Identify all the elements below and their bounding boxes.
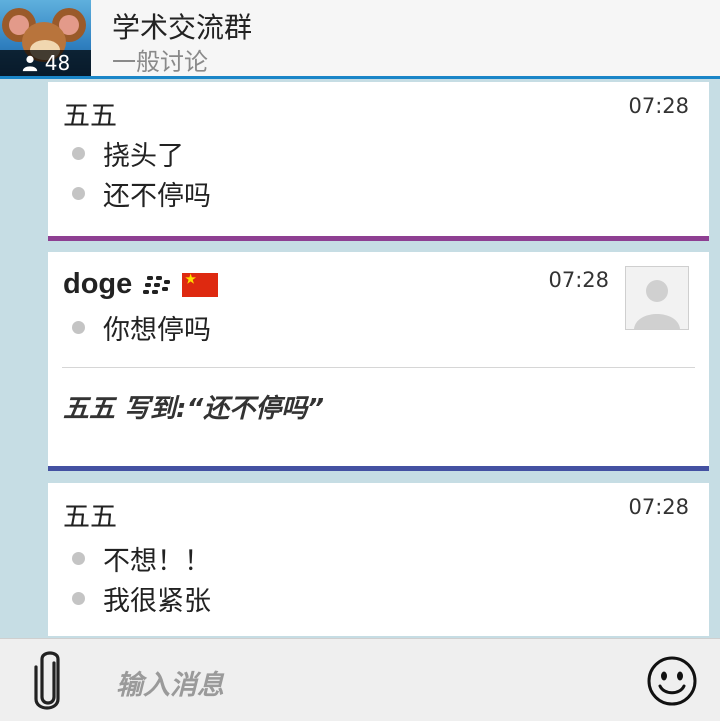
message-line: 还不停吗: [72, 174, 211, 213]
message-card[interactable]: 五五 07:28 挠头了 还不停吗: [48, 82, 709, 241]
message-sender: 五五: [63, 101, 117, 132]
message-time: 07:28: [548, 268, 609, 292]
bullet-icon: [72, 187, 85, 200]
chat-header: 48 学术交流群 一般讨论: [0, 0, 720, 79]
message-line: 你想停吗: [72, 308, 211, 347]
message-input[interactable]: 输入消息: [116, 663, 224, 702]
message-composer: 输入消息: [0, 638, 720, 721]
message-line: 不想！！: [72, 539, 211, 578]
bbm-icon: [143, 275, 171, 294]
member-count-badge: 48: [0, 50, 91, 76]
message-line: 挠头了: [72, 134, 184, 173]
bullet-icon: [72, 147, 85, 160]
message-card[interactable]: 五五 07:28 不想！！ 我很紧张: [48, 483, 709, 636]
bullet-icon: [72, 321, 85, 334]
group-title: 学术交流群: [112, 11, 253, 44]
message-text: 你想停吗: [103, 315, 211, 346]
message-sender-row: doge: [63, 268, 219, 301]
group-avatar[interactable]: 48: [0, 0, 91, 76]
bullet-icon: [72, 552, 85, 565]
message-time: 07:28: [628, 495, 689, 519]
message-time: 07:28: [628, 94, 689, 118]
quote-divider: [62, 367, 695, 368]
china-flag-icon: [182, 272, 219, 297]
quoted-reply: 五五 写到:“还不停吗”: [63, 394, 324, 424]
message-text: 还不停吗: [103, 181, 211, 212]
person-icon: [22, 55, 37, 72]
message-text: 挠头了: [103, 141, 184, 172]
message-sender: 五五: [63, 502, 117, 533]
smiley-icon[interactable]: [646, 655, 698, 707]
message-sender: doge: [63, 268, 133, 300]
message-text: 我很紧张: [103, 586, 211, 617]
message-card[interactable]: doge 07:28 你想停吗 五五 写到:“还不停吗”: [48, 252, 709, 471]
group-subtitle: 一般讨论: [112, 48, 208, 76]
message-text: 不想！！: [103, 546, 211, 577]
paperclip-icon[interactable]: [30, 649, 66, 713]
default-avatar-icon[interactable]: [625, 266, 689, 330]
member-count: 48: [44, 51, 71, 75]
bullet-icon: [72, 592, 85, 605]
message-line: 我很紧张: [72, 579, 211, 618]
